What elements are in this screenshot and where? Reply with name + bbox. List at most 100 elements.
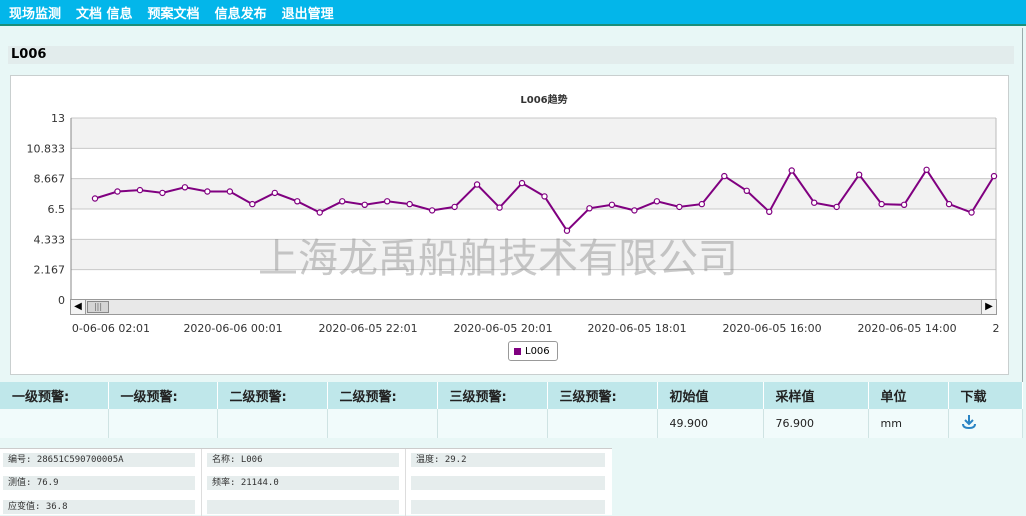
data-point <box>114 188 121 195</box>
data-point <box>698 200 706 208</box>
header-level3-alarm: 三级预警: <box>437 382 548 409</box>
data-point <box>361 201 368 209</box>
data-point <box>226 188 234 195</box>
data-point <box>788 167 795 174</box>
scroll-thumb[interactable]: ||| <box>87 301 109 313</box>
header-download: 下载 <box>948 382 1023 409</box>
download-icon[interactable] <box>961 414 977 430</box>
sensor-info-grid: 编号: 28651C590700005A 名称: L006 温度: 29.2 测… <box>0 448 612 516</box>
info-divider <box>405 449 406 516</box>
header-level2-alarm: 二级预警: <box>217 382 328 409</box>
header-level2-alarm: 二级预警: <box>327 382 438 409</box>
x-tick-label: 0-06-06 02:01 <box>72 322 150 335</box>
cell-level2-alarm <box>217 409 328 438</box>
data-point <box>204 188 211 195</box>
data-point <box>294 198 301 205</box>
cell-sample-value: 76.900 <box>763 409 869 438</box>
table-row: 49.900 76.900 mm <box>0 409 1023 438</box>
data-point <box>473 181 481 188</box>
data-point <box>766 208 773 215</box>
data-point <box>945 200 953 208</box>
chart-title: L006趋势 <box>520 93 567 106</box>
cell-level3-alarm <box>547 409 658 438</box>
data-point <box>518 179 526 187</box>
scroll-thumb-grip: ||| <box>93 302 103 311</box>
info-name: 名称: L006 <box>207 453 399 467</box>
info-divider <box>201 449 202 516</box>
data-point <box>968 209 975 216</box>
data-point <box>428 207 436 214</box>
x-tick-label: 2 <box>993 322 1000 335</box>
data-point <box>586 205 593 212</box>
trend-chart: L006趋势 0 2.167 4.333 6.5 8.667 10.833 13 上海龙禹船… <box>27 93 1000 335</box>
cell-initial-value: 49.900 <box>657 409 764 438</box>
header-initial-value: 初始值 <box>657 382 764 409</box>
header-sample-value: 采样值 <box>763 382 869 409</box>
data-point <box>496 204 503 211</box>
header-level3-alarm: 三级预警: <box>547 382 658 409</box>
x-tick-label: 2020-06-05 16:00 <box>722 322 821 335</box>
nav-item-info-publish[interactable]: 信息发布 <box>215 3 267 22</box>
legend-label: L006 <box>525 345 550 357</box>
data-point <box>990 172 998 180</box>
chart-scrollbar[interactable]: ◀ ||| ▶ <box>70 299 997 315</box>
data-point <box>159 189 166 197</box>
cell-level1-alarm <box>0 409 109 438</box>
x-tick-label: 2020-06-05 18:01 <box>587 322 686 335</box>
page-title: L006 <box>8 46 1014 64</box>
plot-band <box>71 118 996 149</box>
top-nav: 现场监测 文档 信息 预案文档 信息发布 退出管理 <box>0 0 1026 26</box>
scroll-left-button[interactable]: ◀ <box>71 300 86 314</box>
alarm-table-header: 一级预警: 一级预警: 二级预警: 二级预警: 三级预警: 三级预警: 初始值 … <box>0 382 1023 409</box>
y-tick-label: 0 <box>58 294 65 307</box>
cell-download <box>948 409 1023 438</box>
cell-level3-alarm <box>437 409 548 438</box>
y-tick-label: 2.167 <box>34 264 66 277</box>
x-tick-label: 2020-06-05 20:01 <box>453 322 552 335</box>
y-tick-label: 10.833 <box>27 142 66 155</box>
nav-item-document-info[interactable]: 文档 信息 <box>76 3 133 22</box>
data-point <box>811 199 818 206</box>
info-strain-value: 应变值: 36.8 <box>3 500 195 514</box>
plot-band <box>71 178 996 209</box>
data-point <box>676 203 683 211</box>
header-level1-alarm: 一级预警: <box>0 382 109 409</box>
info-empty <box>411 500 605 514</box>
scroll-right-button[interactable]: ▶ <box>981 300 996 314</box>
data-point <box>316 209 323 216</box>
x-tick-label: 2020-06-05 22:01 <box>318 322 417 335</box>
data-point <box>631 207 638 214</box>
panel-right-border <box>1022 28 1023 382</box>
x-tick-label: 2020-06-05 14:00 <box>857 322 956 335</box>
data-point <box>833 203 840 211</box>
cell-unit: mm <box>868 409 949 438</box>
watermark: 上海龙禹船舶技术有限公司 <box>258 236 738 282</box>
y-tick-label: 6.5 <box>48 203 66 216</box>
nav-item-plan-documents[interactable]: 预案文档 <box>148 3 200 22</box>
nav-item-logout[interactable]: 退出管理 <box>282 3 334 22</box>
data-point <box>181 184 189 191</box>
data-point <box>608 201 616 209</box>
data-point <box>923 166 930 174</box>
info-serial: 编号: 28651C590700005A <box>3 453 195 467</box>
x-tick-label: 2020-06-06 00:01 <box>183 322 282 335</box>
chart-panel: L006趋势 0 2.167 4.333 6.5 8.667 10.833 13 上海龙禹船… <box>10 75 1009 375</box>
header-unit: 单位 <box>868 382 949 409</box>
info-frequency: 频率: 21144.0 <box>207 476 399 490</box>
data-point <box>653 198 661 205</box>
data-point <box>721 172 728 180</box>
nav-item-site-monitoring[interactable]: 现场监测 <box>9 3 61 22</box>
info-empty <box>207 500 399 514</box>
data-point <box>271 189 278 197</box>
y-tick-label: 8.667 <box>34 173 66 186</box>
data-point <box>383 198 391 205</box>
data-point <box>878 200 885 208</box>
data-point <box>855 171 863 178</box>
data-point <box>249 200 256 208</box>
chart-legend[interactable]: L006 <box>508 341 558 361</box>
data-point <box>743 187 750 195</box>
data-point <box>339 198 346 205</box>
y-tick-label: 4.333 <box>34 233 66 246</box>
header-level1-alarm: 一级预警: <box>108 382 218 409</box>
data-point <box>91 195 99 202</box>
